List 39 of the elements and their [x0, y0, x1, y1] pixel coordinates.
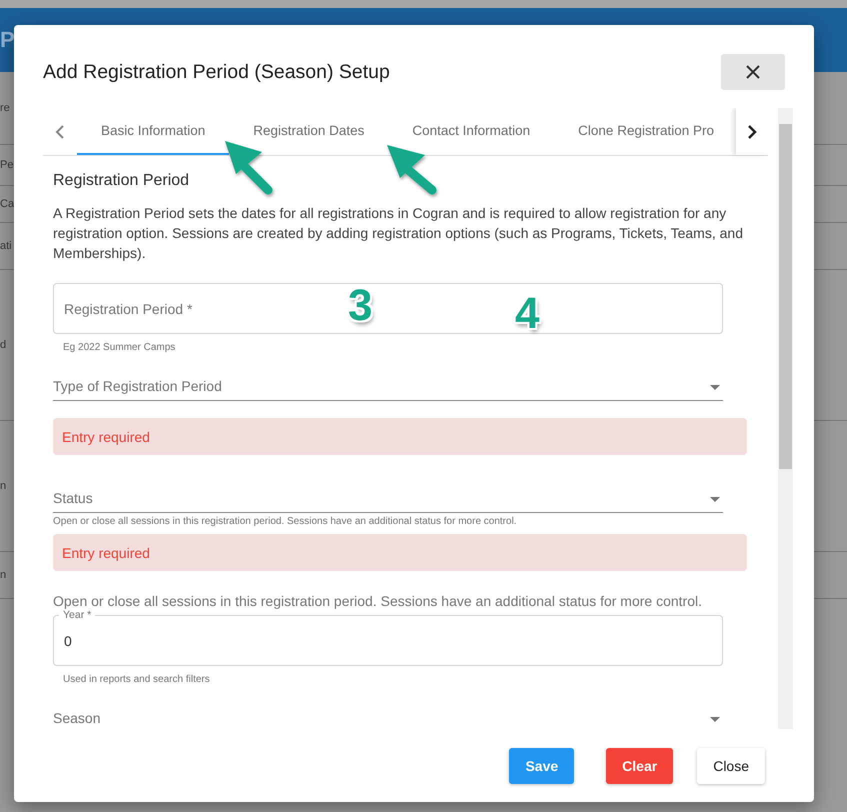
caret-icon: [710, 717, 720, 722]
page-text: d: [0, 339, 6, 351]
select-field[interactable]: Type of Registration Period: [53, 373, 723, 401]
annotation-number: 4: [515, 292, 540, 336]
button[interactable]: Clear: [606, 748, 674, 784]
helper-text: Open or close all sessions in this registration period. Sessions have an additional status for more control.: [53, 516, 518, 527]
field-label: Year *: [59, 609, 96, 621]
page-text: re: [0, 102, 10, 114]
tab[interactable]: Clone Registration Pro: [554, 108, 736, 155]
page-text: ati: [0, 240, 12, 252]
error-message: Entry required: [53, 418, 747, 455]
caret-icon: [710, 385, 720, 390]
tab[interactable]: Contact Information: [388, 108, 554, 155]
chevron-left-icon[interactable]: [55, 124, 65, 138]
select-field[interactable]: Status: [53, 485, 723, 513]
chevron-right-icon[interactable]: [747, 124, 757, 138]
page-text: n: [0, 569, 6, 581]
page-text: n: [0, 480, 6, 492]
annotation-arrow: [387, 145, 436, 194]
close-icon: [745, 64, 761, 80]
annotation-number: 3: [348, 284, 372, 328]
page-text: Ca: [0, 198, 14, 210]
page-text: Pe: [0, 159, 14, 171]
intro-text: A Registration Period sets the dates for all registrations in Cogran and is required to allow registration for any registration option. Sessions are created by adding registration options (such as Programs, Tickets, Teams, and Memberships).: [53, 204, 744, 263]
button[interactable]: Close: [697, 748, 765, 784]
helper-text: Eg 2022 Summer Camps: [63, 342, 176, 353]
annotation-arrow: [225, 141, 272, 194]
note-text: Open or close all sessions in this registration period. Sessions have an additional status for more control.: [53, 593, 704, 609]
section-title: Registration Period: [53, 172, 190, 190]
caret-icon: [710, 497, 720, 502]
select-field[interactable]: Season: [53, 705, 723, 729]
scrollbar[interactable]: [778, 108, 793, 729]
error-message: Entry required: [53, 534, 747, 571]
helper-text: Used in reports and search filters: [63, 674, 211, 685]
header-title: P: [0, 27, 15, 53]
button[interactable]: Save: [509, 748, 574, 784]
tab[interactable]: Registration Dates: [229, 108, 388, 155]
close-button[interactable]: [721, 54, 785, 90]
dialog-title: Add Registration Period (Season) Setup: [43, 60, 390, 84]
